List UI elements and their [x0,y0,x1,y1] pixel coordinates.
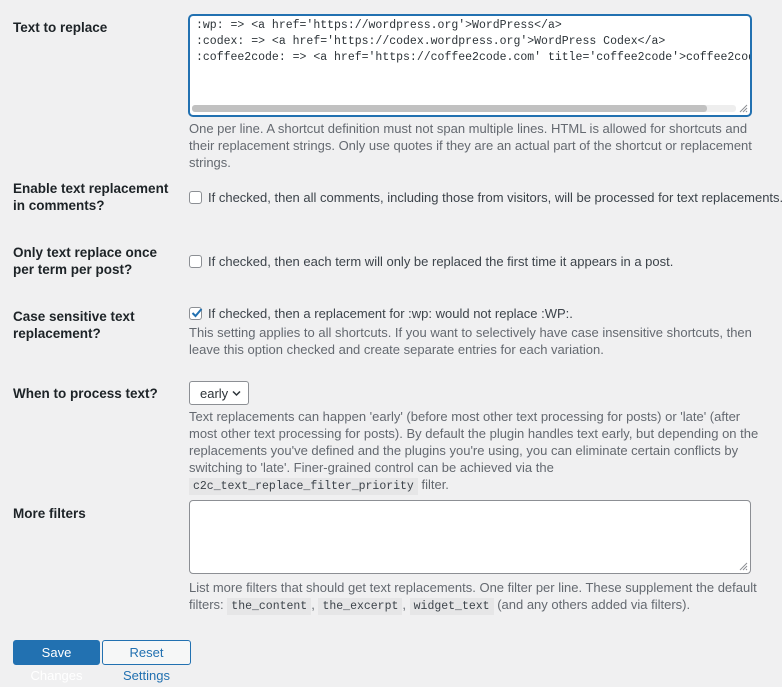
filter-code: the_content [227,598,312,615]
once-option-label: Only text replace once per term per post… [13,245,158,277]
filter-priority-code: c2c_text_replace_filter_priority [189,478,418,495]
text-to-replace-textarea[interactable]: :wp: => <a href='https://wordpress.org'>… [189,15,751,116]
once-checkbox-label: If checked, then each term will only be … [208,254,674,269]
case-option-label: Case sensitive text replacement? [13,309,135,341]
reset-settings-button[interactable]: Reset Settings [102,640,191,683]
case-checkbox-label: If checked, then a replacement for :wp: … [208,306,573,321]
save-changes-button[interactable]: Save Changes [13,640,100,683]
when-option-label: When to process text? [13,386,158,401]
filter-code: widget_text [409,598,494,615]
scrollbar-thumb[interactable] [192,105,707,112]
case-option-description: This setting applies to all shortcuts. I… [189,325,752,357]
resize-grip-icon[interactable] [739,104,748,113]
once-checkbox[interactable] [189,255,202,268]
more-filters-description: List more filters that should get text r… [189,580,757,615]
when-option-description: Text replacements can happen 'early' (be… [189,409,759,495]
more-filters-label: More filters [13,506,86,521]
when-select-value: early [200,386,229,401]
checkmark-icon [191,308,203,318]
chevron-down-icon [232,390,241,397]
case-checkbox[interactable] [189,307,203,320]
horizontal-scrollbar[interactable] [192,105,736,112]
comments-checkbox[interactable] [189,191,202,204]
text-to-replace-label: Text to replace [13,20,108,35]
more-filters-content [190,501,750,503]
comments-option-label: Enable text replacement in comments? [13,181,169,213]
resize-grip-icon[interactable] [739,562,748,571]
comments-checkbox-label: If checked, then all comments, including… [208,190,782,205]
when-select[interactable]: early [189,381,249,405]
text-to-replace-content: :wp: => <a href='https://wordpress.org'>… [196,19,750,64]
more-filters-textarea[interactable] [189,500,751,574]
text-to-replace-description: One per line. A shortcut definition must… [189,121,752,170]
filter-code: the_excerpt [318,598,403,615]
